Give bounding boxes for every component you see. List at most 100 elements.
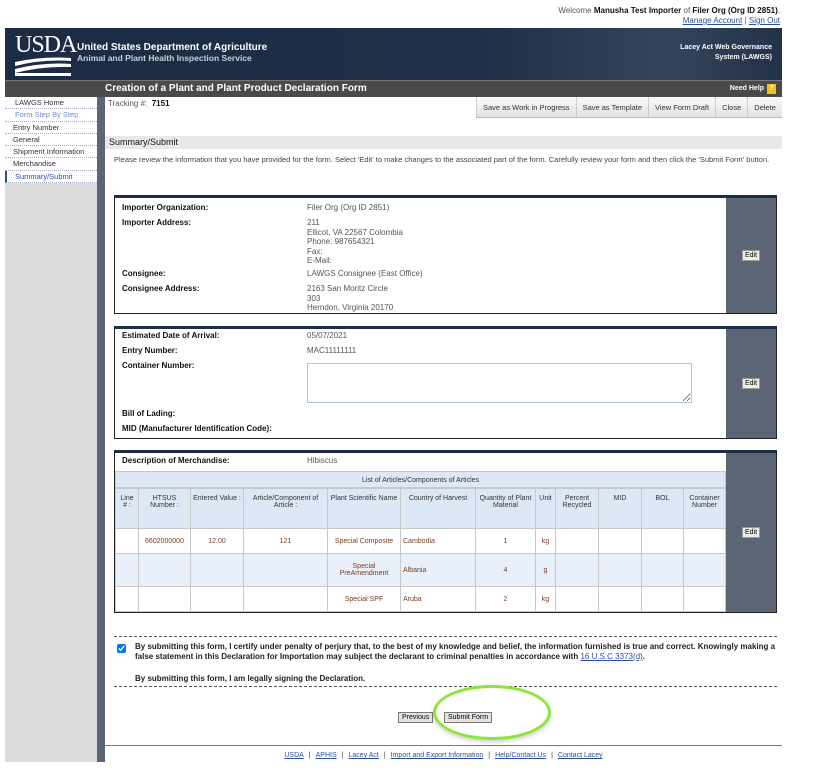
column-header: Quantity of Plant Material [475,488,536,529]
bill-of-lading-label: Bill of Lading: [122,409,176,418]
footer-link-usda[interactable]: USDA [284,752,303,759]
table-cell [555,553,599,587]
table-cell [190,586,244,612]
table-cell [115,528,139,554]
sign-out-link[interactable]: Sign Out [749,16,780,25]
arrival-date-label: Estimated Date of Arrival: [122,331,220,340]
edit-shipment-button[interactable]: Edit [742,377,761,389]
footer-link-import-export[interactable]: Import and Export Information [391,752,484,759]
of-text: of [683,6,691,15]
table-row: 6602000000 12.00 121 Special Composite Cambo… [115,528,726,554]
description-value: Hibiscus [307,456,338,465]
tracking-number: Tracking #: 7151 [108,99,170,108]
table-cell: g [535,553,556,587]
container-number-input[interactable] [307,363,692,403]
table-cell: Special PreAmendment [327,553,401,587]
need-help-link[interactable]: Need Help? [730,84,776,94]
sidebar: LAWGS Home Form Step By Step Entry Numbe… [5,97,97,762]
shipment-summary-box: Estimated Date of Arrival: 05/07/2021 En… [114,326,777,439]
logo-swoosh-icon [15,57,71,76]
container-number-label: Container Number: [122,361,195,370]
consignee-address-value: 2163 San Moritz Circle 303 Herndon, Virg… [307,284,393,313]
entry-number-label: Entry Number: [122,346,178,355]
user-name: Manusha Test Importer [593,6,682,15]
importer-address-value: 211 Ellicot, VA 22567 Colombia Phone: 98… [307,218,403,266]
welcome-text: Welcome [558,6,592,15]
agency-title: Animal and Plant Health Inspection Servi… [77,53,252,63]
table-row: Special SPF Aruba 2 kg [115,586,726,612]
table-cell [598,553,642,587]
address-line: 211 [307,218,320,227]
table-row: Special PreAmendment Albania 4 g [115,553,726,587]
sidebar-item-form-step-by-step[interactable]: Form Step By Step [5,109,97,122]
table-cell: 121 [243,528,328,554]
footer-link-aphis[interactable]: APHIS [316,752,337,759]
merchandise-summary-box: Description of Merchandise: Hibiscus Lis… [114,450,777,613]
arrival-date-value: 05/07/2021 [307,331,348,340]
certify-checkbox[interactable] [117,644,126,653]
address-line: Fax: [307,246,323,256]
sidebar-item-merchandise[interactable]: Merchandise [5,158,97,171]
sidebar-item-entry-number[interactable]: Entry Number [5,122,97,134]
sidebar-item-shipment-information[interactable]: Shipment Information [5,146,97,159]
edit-column: Edit [726,198,776,313]
table-cell [115,553,139,587]
importer-org-value: Filer Org (Org ID 2851) [307,203,390,212]
page-title: Creation of a Plant and Plant Product De… [105,83,367,94]
table-cell [138,586,191,612]
table-cell: Aruba [400,586,476,612]
manage-account-link[interactable]: Manage Account [683,16,743,25]
sidebar-item-lawgs-home[interactable]: LAWGS Home [5,97,97,110]
welcome-area: Welcome Manusha Test Importer of Filer O… [558,6,780,25]
table-cell [555,528,599,554]
previous-button[interactable]: Previous [398,712,434,723]
highlight-circle [433,685,551,740]
view-form-draft-button[interactable]: View Form Draft [648,97,716,118]
column-header[interactable]: Entered Value : [190,488,244,529]
table-cell [641,553,684,587]
table-cell: 1 [475,528,536,554]
table-cell [138,553,191,587]
column-header: Container Number [683,488,726,529]
table-cell [598,586,642,612]
entry-number-value: MAC11111111 [307,346,357,355]
system-name-line2: System (LAWGS) [714,54,772,61]
table-cell [598,528,642,554]
close-button[interactable]: Close [715,97,748,118]
help-icon: ? [767,84,776,94]
table-cell [243,586,328,612]
delete-button[interactable]: Delete [747,97,782,118]
separator: | [744,16,747,25]
address-line: E-Mail: [307,256,332,265]
column-header[interactable]: Article/Component of Article : [243,488,328,529]
table-cell: kg [535,586,556,612]
footer-link-lacey-act[interactable]: Lacey Act [348,752,378,759]
usda-logo[interactable]: USDA [15,33,77,76]
table-cell: Special SPF [327,586,401,612]
sidebar-item-general[interactable]: General [5,134,97,147]
sidebar-item-summary-submit[interactable]: Summary/Submit [5,170,97,184]
column-header[interactable]: HTSUS Number : [138,488,191,529]
save-work-in-progress-button[interactable]: Save as Work in Progress [476,97,576,118]
edit-importer-button[interactable]: Edit [742,249,761,261]
toolbar: Save as Work in Progress Save as Templat… [476,97,782,118]
address-line: 2163 San Moritz Circle [307,284,388,293]
save-as-template-button[interactable]: Save as Template [575,97,649,118]
table-cell: Albania [400,553,476,587]
column-header[interactable]: Line # : [115,488,139,529]
address-line: Herndon, Virginia 20170 [307,303,394,312]
column-header: Plant Scientific Name [327,488,401,529]
divider [114,686,777,687]
importer-summary-box: Importer Organization: Filer Org (Org ID… [114,195,777,314]
footer-divider [105,745,782,746]
signing-statement: By submitting this form, I am legally si… [135,674,366,683]
table-cell [641,528,684,554]
usc-link[interactable]: 16 U.S.C 3373(d) [580,652,642,661]
footer-link-contact-lacey[interactable]: Contact Lacey [558,752,603,759]
table-cell: kg [535,528,556,554]
footer-link-help[interactable]: Help/Contact Us [495,752,546,759]
articles-table-caption: List of Articles/Components of Articles [115,471,726,488]
tracking-label: Tracking #: [108,99,148,108]
edit-column: Edit [726,453,776,612]
edit-merchandise-button[interactable]: Edit [742,526,761,538]
